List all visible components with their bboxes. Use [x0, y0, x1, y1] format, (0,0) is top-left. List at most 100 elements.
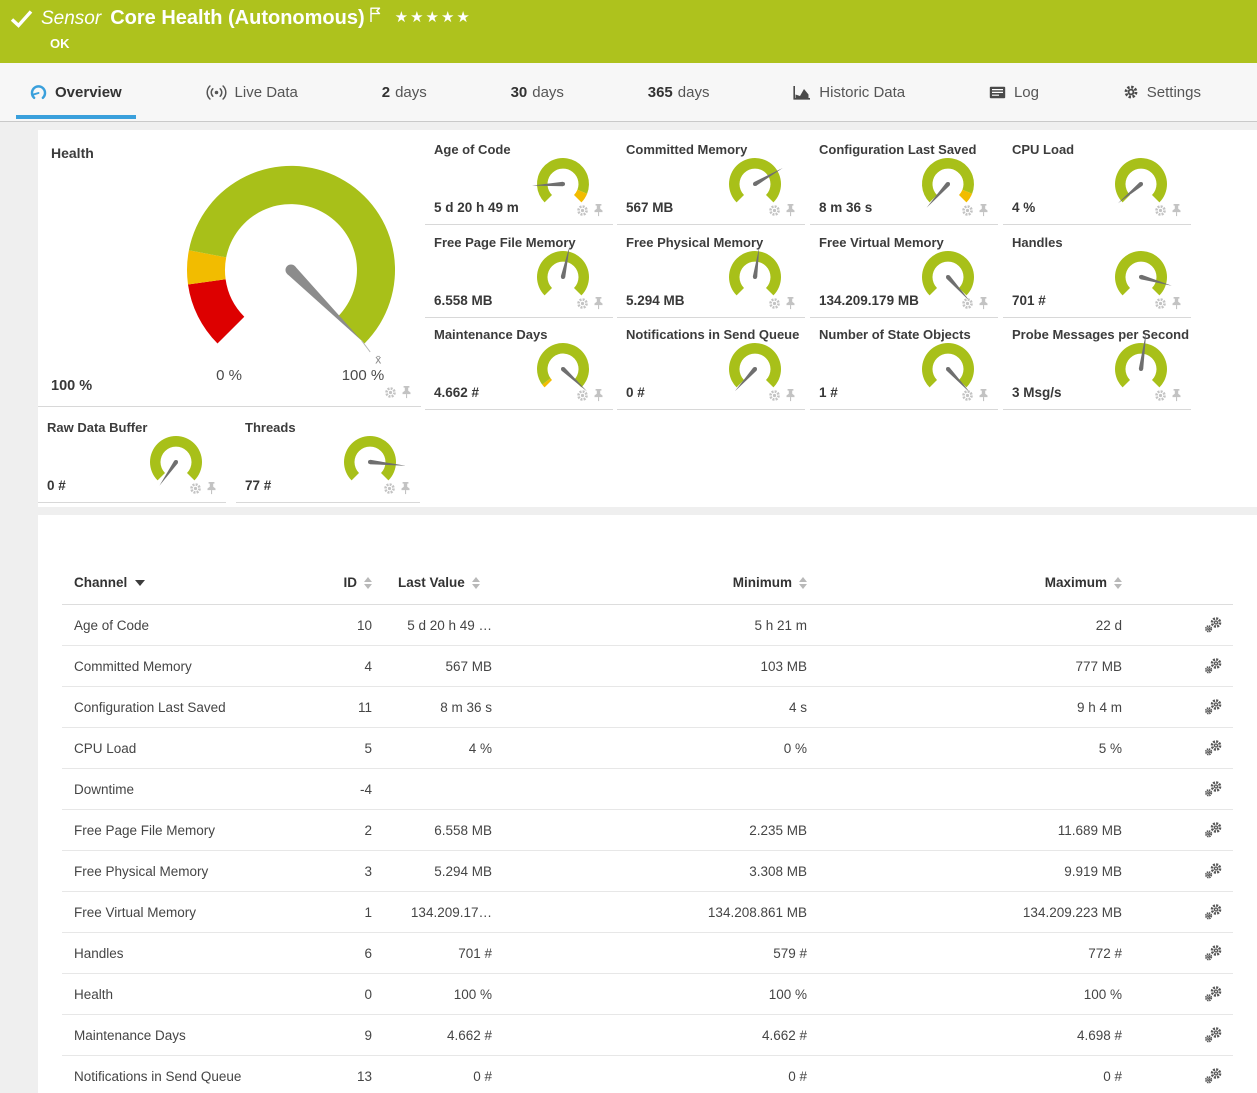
tab-settings[interactable]: Settings: [1109, 63, 1215, 121]
channel-settings-icon[interactable]: [1204, 944, 1233, 962]
sort-desc-icon: [135, 580, 145, 586]
gauge-value: 5.294 MB: [626, 293, 685, 308]
gauge-value: 6.558 MB: [434, 293, 493, 308]
gear-icon[interactable]: [1154, 204, 1167, 217]
cell-max: 134.209.223 MB: [807, 905, 1122, 920]
cell-id: 6: [302, 946, 372, 961]
gear-icon[interactable]: [576, 297, 589, 310]
tab-30-days[interactable]: 30days: [497, 63, 578, 121]
tab-log[interactable]: Log: [975, 63, 1053, 121]
gear-icon[interactable]: [1154, 297, 1167, 310]
pin-icon[interactable]: [785, 296, 796, 310]
pin-icon[interactable]: [206, 481, 217, 495]
tab-live-data[interactable]: Live Data: [192, 63, 312, 121]
table-row-maintenance-days[interactable]: Maintenance Days94.662 #4.662 #4.698 #: [62, 1015, 1233, 1056]
gear-icon[interactable]: [768, 389, 781, 402]
channel-table-section: Channel ID Last Value Minimum Maximum Age of…: [38, 515, 1257, 1093]
gauge-actions: [768, 296, 796, 310]
cell-min: 3.308 MB: [492, 864, 807, 879]
gear-icon[interactable]: [768, 204, 781, 217]
channel-settings-icon[interactable]: [1204, 985, 1233, 1003]
column-header-channel[interactable]: Channel: [62, 575, 302, 590]
table-row-downtime[interactable]: Downtime-4: [62, 769, 1233, 810]
sort-icon[interactable]: [799, 577, 807, 589]
pin-icon[interactable]: [978, 203, 989, 217]
tab-2-days[interactable]: 2days: [368, 63, 441, 121]
table-row-handles[interactable]: Handles6701 #579 #772 #: [62, 933, 1233, 974]
page-content: Healthx̄0 %100 %100 %Age of Code5 d 20 h…: [0, 122, 1257, 1093]
column-header-maximum[interactable]: Maximum: [807, 575, 1122, 590]
channel-settings-icon[interactable]: [1204, 862, 1233, 880]
cell-max: 9.919 MB: [807, 864, 1122, 879]
table-row-free-page-file-memory[interactable]: Free Page File Memory26.558 MB2.235 MB11…: [62, 810, 1233, 851]
pin-icon[interactable]: [785, 203, 796, 217]
priority-stars[interactable]: ★★★★★: [395, 8, 472, 26]
pin-icon[interactable]: [978, 296, 989, 310]
gear-icon[interactable]: [576, 204, 589, 217]
gear-icon[interactable]: [1154, 389, 1167, 402]
channel-settings-icon[interactable]: [1204, 739, 1233, 757]
table-row-age-of-code[interactable]: Age of Code105 d 20 h 49 …5 h 21 m22 d: [62, 605, 1233, 646]
column-header-id[interactable]: ID: [302, 575, 372, 590]
pin-icon[interactable]: [593, 203, 604, 217]
table-row-cpu-load[interactable]: CPU Load54 %0 %5 %: [62, 728, 1233, 769]
table-row-free-physical-memory[interactable]: Free Physical Memory35.294 MB3.308 MB9.9…: [62, 851, 1233, 892]
gear-icon[interactable]: [384, 386, 397, 399]
column-header-minimum[interactable]: Minimum: [492, 575, 807, 590]
pin-icon[interactable]: [1171, 388, 1182, 402]
gear-icon[interactable]: [961, 204, 974, 217]
channel-settings-icon[interactable]: [1204, 657, 1233, 675]
gear-icon[interactable]: [961, 389, 974, 402]
column-header-last-value[interactable]: Last Value: [372, 575, 492, 590]
channel-settings-icon[interactable]: [1204, 616, 1233, 634]
pin-icon[interactable]: [593, 296, 604, 310]
sort-icon[interactable]: [1114, 577, 1122, 589]
channel-settings-icon[interactable]: [1204, 780, 1233, 798]
cell-id: 0: [302, 987, 372, 1002]
cell-channel: Free Page File Memory: [62, 823, 302, 838]
table-row-health[interactable]: Health0100 %100 %100 %: [62, 974, 1233, 1015]
gauge-title: Raw Data Buffer: [47, 420, 147, 435]
channel-settings-icon[interactable]: [1204, 821, 1233, 839]
tab-365-days[interactable]: 365 days: [634, 63, 724, 121]
channel-settings-icon[interactable]: [1204, 903, 1233, 921]
cell-max: 777 MB: [807, 659, 1122, 674]
gauge-card-probe-messages-per-second: Probe Messages per Second3 Msg/s: [1003, 320, 1191, 410]
gauge-actions: [768, 388, 796, 402]
gear-icon[interactable]: [189, 482, 202, 495]
gear-icon[interactable]: [768, 297, 781, 310]
gear-icon[interactable]: [383, 482, 396, 495]
cell-last: 701 #: [372, 946, 492, 961]
channel-settings-icon[interactable]: [1204, 1067, 1233, 1085]
tab-number: 365: [648, 84, 673, 101]
column-label: ID: [344, 575, 358, 590]
pin-icon[interactable]: [593, 388, 604, 402]
table-row-free-virtual-memory[interactable]: Free Virtual Memory1134.209.17…134.208.8…: [62, 892, 1233, 933]
gear-icon[interactable]: [961, 297, 974, 310]
table-body: Age of Code105 d 20 h 49 …5 h 21 m22 dCo…: [38, 605, 1257, 1093]
pin-icon[interactable]: [978, 388, 989, 402]
table-row-configuration-last-saved[interactable]: Configuration Last Saved118 m 36 s4 s9 h…: [62, 687, 1233, 728]
column-label: Minimum: [733, 575, 792, 590]
pin-icon[interactable]: [1171, 203, 1182, 217]
sort-icon[interactable]: [364, 577, 372, 589]
channel-settings-icon[interactable]: [1204, 1026, 1233, 1044]
channel-settings-icon[interactable]: [1204, 698, 1233, 716]
pin-icon[interactable]: [401, 385, 412, 399]
tab-historic-data[interactable]: Historic Data: [779, 63, 919, 121]
cell-max: 0 #: [807, 1069, 1122, 1084]
tab-overview[interactable]: Overview: [16, 63, 136, 121]
pin-icon[interactable]: [785, 388, 796, 402]
table-row-committed-memory[interactable]: Committed Memory4567 MB103 MB777 MB: [62, 646, 1233, 687]
cell-min: 579 #: [492, 946, 807, 961]
table-row-notifications-in-send-queue[interactable]: Notifications in Send Queue130 #0 #0 #: [62, 1056, 1233, 1093]
cell-max: 22 d: [807, 618, 1122, 633]
gear-icon[interactable]: [576, 389, 589, 402]
live-data-icon: [206, 85, 227, 100]
pin-icon[interactable]: [1171, 296, 1182, 310]
pin-icon[interactable]: [400, 481, 411, 495]
sort-icon[interactable]: [472, 577, 480, 589]
cell-last: 100 %: [372, 987, 492, 1002]
priority-flag-icon[interactable]: [369, 7, 381, 23]
tab-label: days: [678, 84, 710, 101]
